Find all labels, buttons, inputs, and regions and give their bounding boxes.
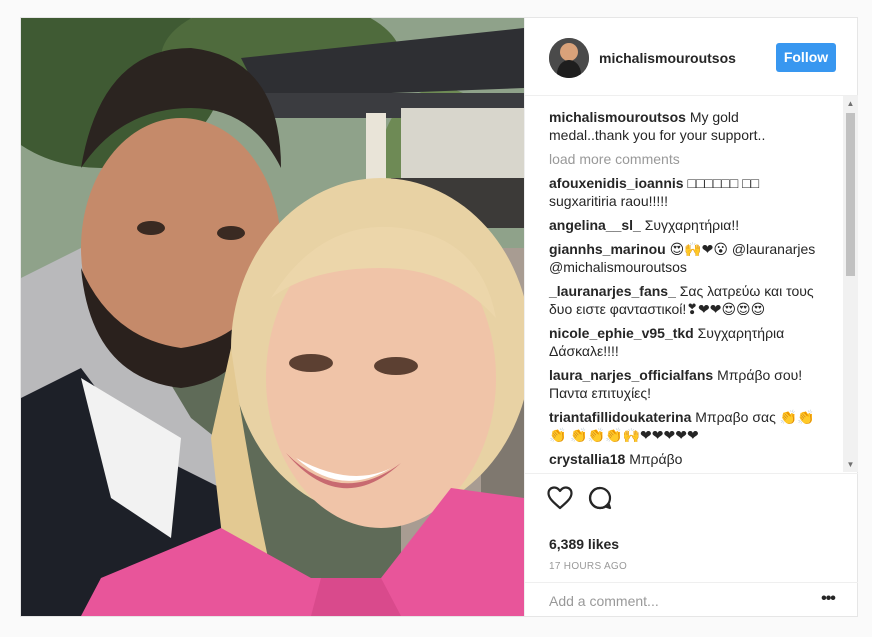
comments-section: michalismouroutsos My gold medal..thank … [525,96,858,472]
comment-item: triantafillidoukaterina Μπραβο σας 👏👏👏 👏… [549,408,819,444]
load-more-comments-link[interactable]: load more comments [549,150,819,168]
scroll-down-arrow-icon[interactable]: ▼ [843,457,858,472]
comment-username[interactable]: nicole_ephie_v95_tkd [549,325,694,341]
comment-username[interactable]: laura_narjes_officialfans [549,367,713,383]
scroll-thumb[interactable] [846,113,855,276]
username-link[interactable]: michalismouroutsos [599,50,736,66]
scroll-up-arrow-icon[interactable]: ▲ [843,96,858,111]
comment-item: nicole_ephie_v95_tkd Συγχαρητήρια Δάσκαλ… [549,324,819,360]
comment-username[interactable]: afouxenidis_ioannis [549,175,684,191]
likes-count[interactable]: 6,389 likes [549,536,619,552]
comment-item: afouxenidis_ioannis □□□□□□ □□ sugxaritir… [549,174,819,210]
post-header: michalismouroutsos Follow [525,18,858,96]
follow-button[interactable]: Follow [776,43,836,72]
comment-text: Συγχαρητήρια!! [644,217,740,233]
comment-username[interactable]: _lauranarjes_fans_ [549,283,676,299]
comment-item: angelina__sl_ Συγχαρητήρια!! [549,216,819,234]
post-card: michalismouroutsos Follow michalismourou… [20,17,858,617]
avatar-image [549,38,589,78]
post-sidebar: michalismouroutsos Follow michalismourou… [524,18,858,616]
comment-username[interactable]: triantafillidoukaterina [549,409,691,425]
comment-item: _lauranarjes_fans_ Σας λατρεύω και τους … [549,282,819,318]
avatar[interactable] [549,38,589,78]
comment-item: laura_narjes_officialfans Μπράβο σου! Πα… [549,366,819,402]
comment-username[interactable]: angelina__sl_ [549,217,641,233]
comment-username[interactable]: giannhs_marinou [549,241,666,257]
comment-item: giannhs_marinou 😍🙌❤😮 @lauranarjes @micha… [549,240,819,276]
comment-username[interactable]: crystallia18 [549,451,625,467]
caption: michalismouroutsos My gold medal..thank … [549,108,819,144]
selfie-image [21,18,524,616]
post-timestamp: 17 HOURS AGO [549,561,628,572]
add-comment-input[interactable] [549,589,799,613]
caption-username[interactable]: michalismouroutsos [549,109,686,125]
comment-list: michalismouroutsos My gold medal..thank … [549,108,819,472]
more-options-icon[interactable]: ••• [819,591,837,609]
comments-scrollbar[interactable]: ▲ ▼ [843,96,858,472]
heart-icon[interactable] [547,486,573,510]
add-comment-bar: ••• [525,582,858,619]
comment-item: crystallia18 Μπράβο [549,450,819,468]
comment-text: Μπράβο [629,451,683,467]
comment-bubble-icon[interactable] [588,486,612,510]
actions-section: 6,389 likes 17 HOURS AGO ••• [525,473,858,618]
post-photo[interactable] [21,18,524,616]
